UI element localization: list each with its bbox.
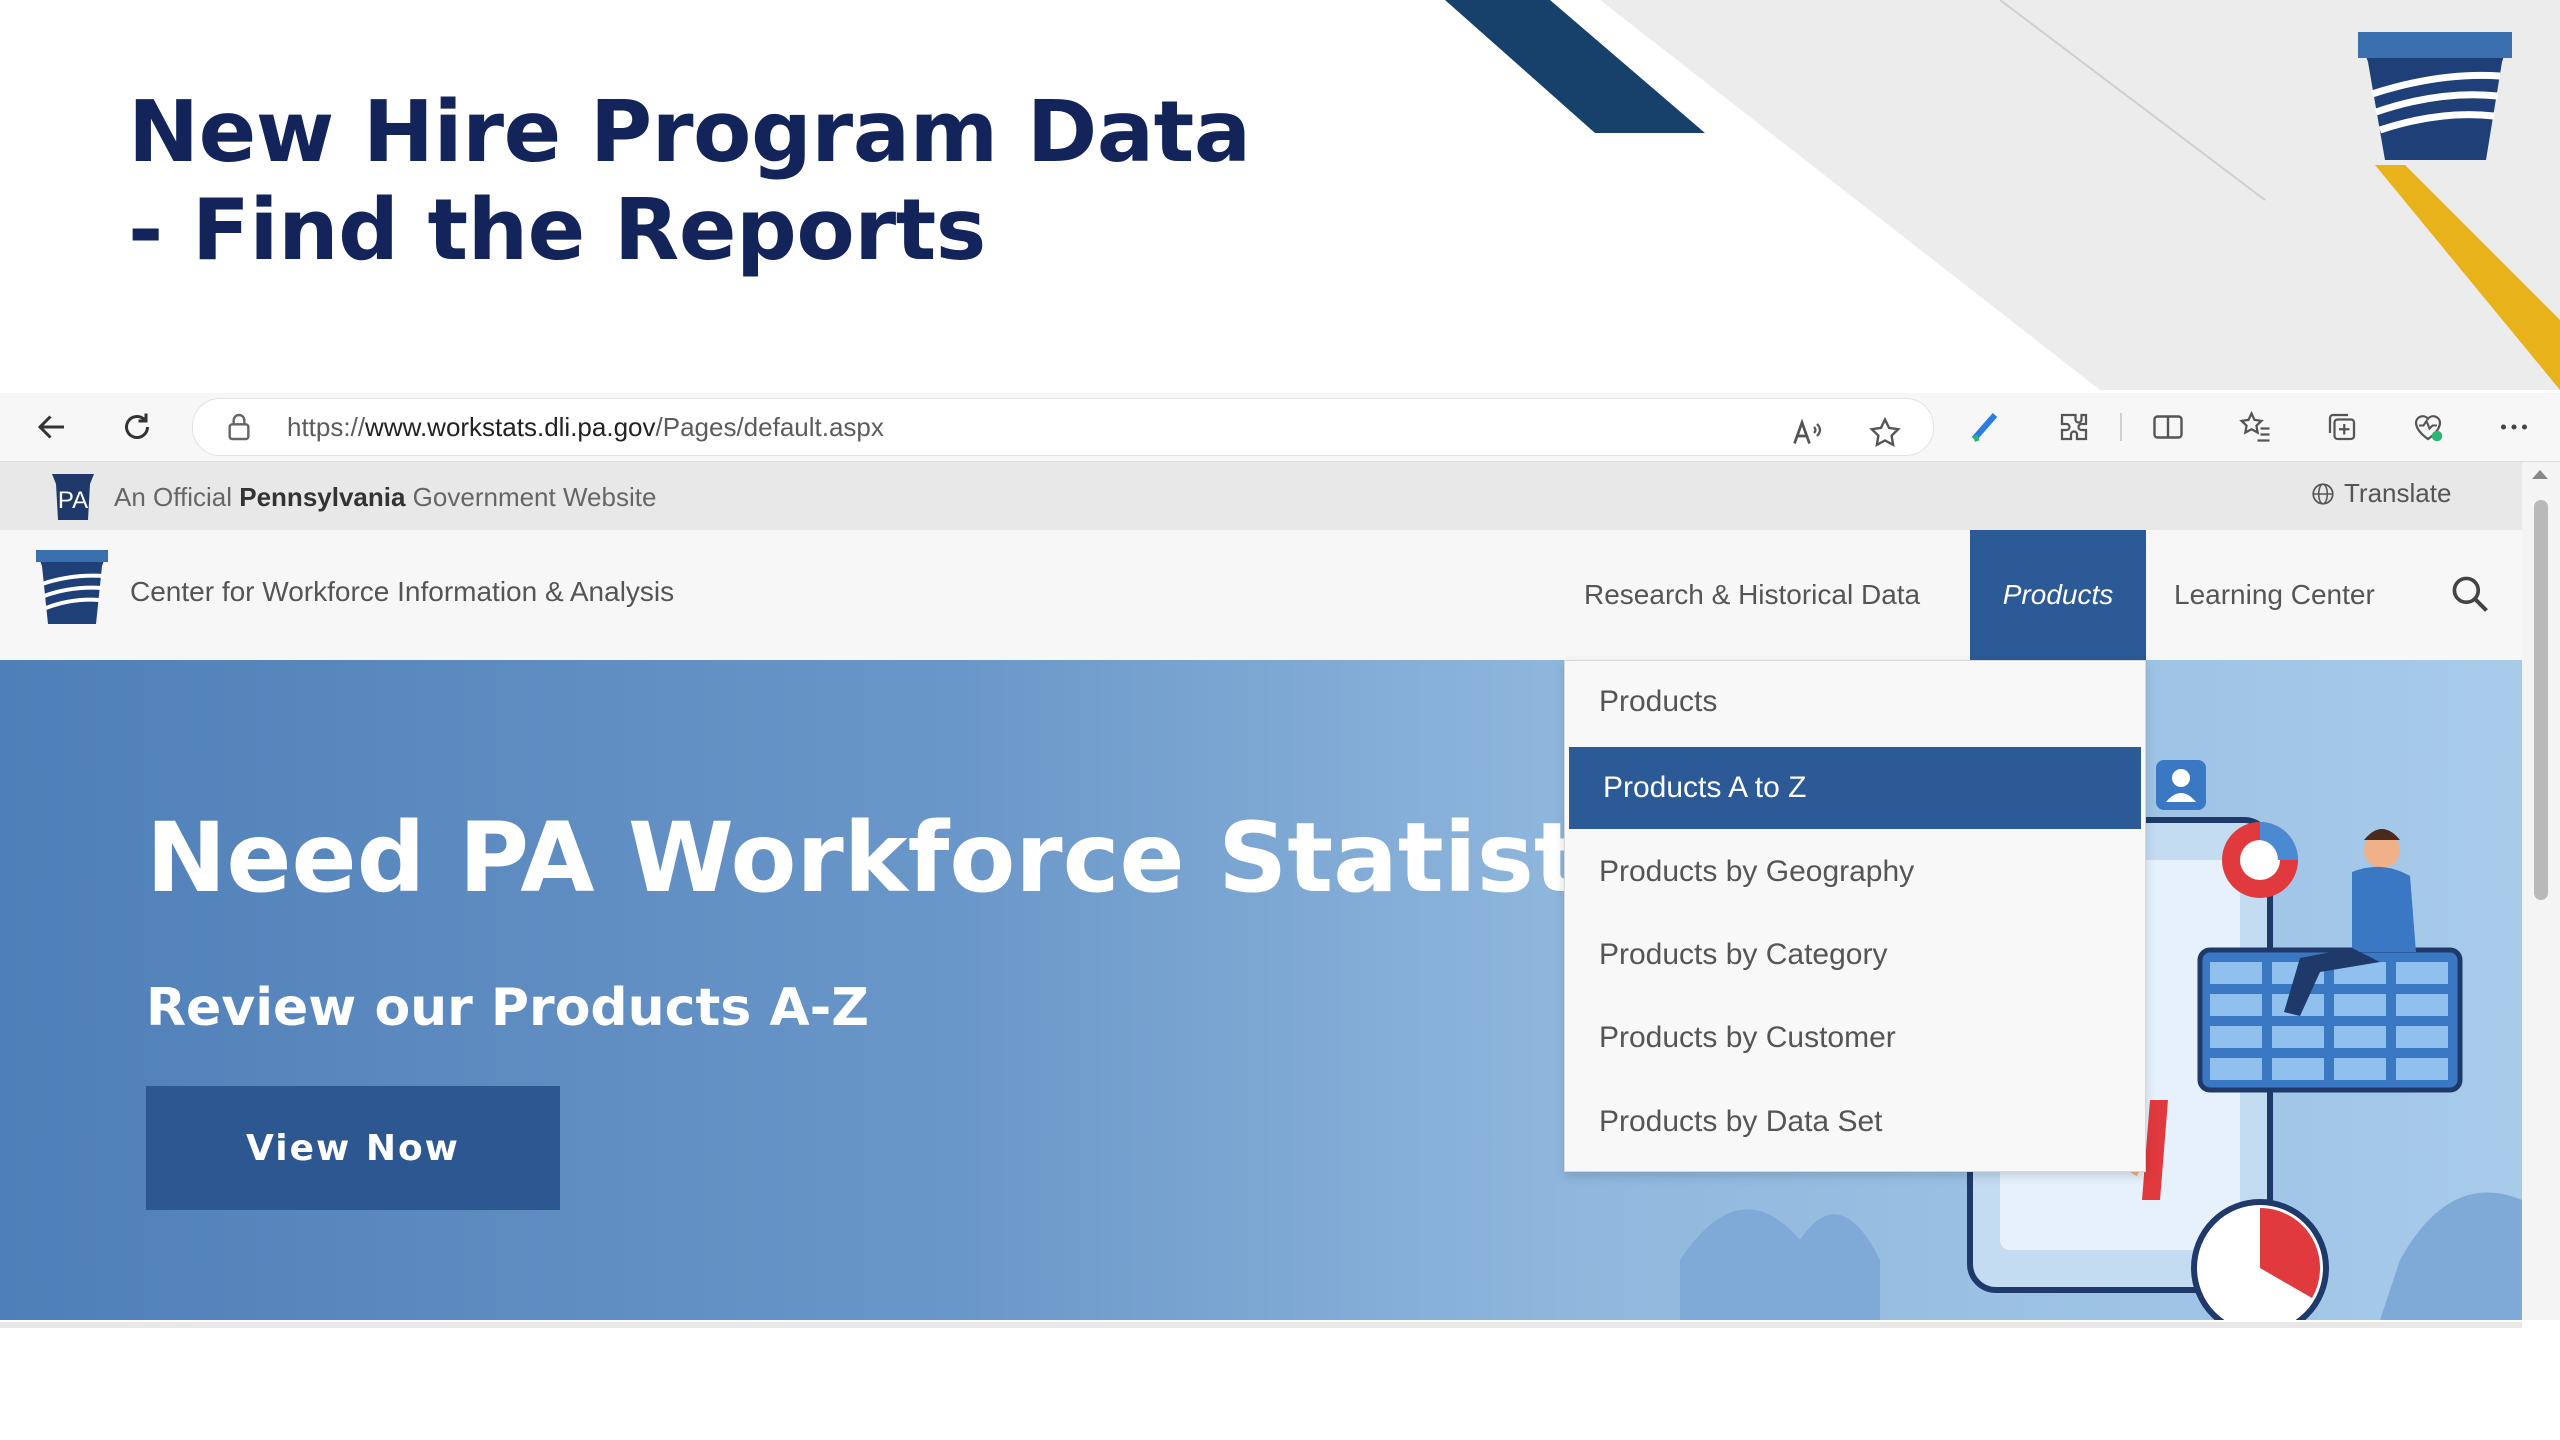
nav-research-historical-data[interactable]: Research & Historical Data xyxy=(1584,530,1920,660)
back-icon xyxy=(37,415,64,439)
collections-button[interactable] xyxy=(2322,407,2362,447)
translate-button[interactable]: Translate xyxy=(2310,478,2451,509)
keystone-site-logo[interactable] xyxy=(32,546,112,628)
scroll-up-icon[interactable] xyxy=(2532,470,2548,479)
official-website-bar: PA An Official Pennsylvania Government W… xyxy=(0,462,2522,530)
vertical-scrollbar[interactable] xyxy=(2522,462,2560,1320)
slide-title-line-1: New Hire Program Data xyxy=(128,83,1251,182)
hero-title: Need PA Workforce Statistics? xyxy=(146,802,1783,914)
favorites-button[interactable] xyxy=(2236,407,2276,447)
web-page: PA An Official Pennsylvania Government W… xyxy=(0,462,2522,1320)
read-aloud-icon xyxy=(1793,418,1822,444)
favorite-star-icon xyxy=(1869,416,1901,448)
page-bottom-divider xyxy=(0,1322,2522,1328)
slide-title: New Hire Program Data - Find the Reports xyxy=(128,84,1428,280)
official-state: Pennsylvania xyxy=(239,482,406,512)
view-now-button[interactable]: View Now xyxy=(146,1086,560,1210)
translate-label: Translate xyxy=(2344,478,2452,508)
scroll-thumb[interactable] xyxy=(2534,500,2548,900)
products-dropdown-menu: Products Products A to Z Products by Geo… xyxy=(1564,660,2146,1172)
more-icon xyxy=(2500,424,2528,430)
split-screen-button[interactable] xyxy=(2148,407,2188,447)
official-website-text: An Official Pennsylvania Government Webs… xyxy=(114,482,656,513)
browser-essentials-icon xyxy=(2414,415,2443,442)
extensions-button[interactable] xyxy=(2054,407,2094,447)
address-bar[interactable]: https://www.workstats.dli.pa.gov/Pages/d… xyxy=(192,398,1934,456)
split-screen-icon xyxy=(2153,415,2183,439)
official-suffix: Government Website xyxy=(405,482,657,512)
dropdown-item-products[interactable]: Products xyxy=(1565,661,2145,743)
dropdown-item-products-by-data-set[interactable]: Products by Data Set xyxy=(1565,1081,2145,1163)
official-prefix: An Official xyxy=(114,482,240,512)
pa-badge-text: PA xyxy=(58,487,88,514)
search-icon[interactable] xyxy=(2448,572,2492,616)
url-domain: www.workstats.dli.pa.gov xyxy=(365,412,656,442)
url-path: /Pages/default.aspx xyxy=(655,412,884,442)
browser-essentials-button[interactable] xyxy=(2408,407,2448,447)
favorites-icon xyxy=(2239,410,2270,442)
dropdown-item-products-by-category[interactable]: Products by Category xyxy=(1565,914,2145,996)
site-name[interactable]: Center for Workforce Information & Analy… xyxy=(130,576,674,608)
refresh-button[interactable] xyxy=(115,405,159,449)
pen-extension-button[interactable] xyxy=(1966,407,2006,447)
nav-products[interactable]: Products xyxy=(1970,530,2146,660)
favorite-button[interactable] xyxy=(1865,413,1905,453)
lock-icon xyxy=(228,413,250,441)
url-prefix: https:// xyxy=(287,412,366,442)
pa-badge-icon: PA xyxy=(52,474,94,520)
dropdown-item-products-by-customer[interactable]: Products by Customer xyxy=(1565,997,2145,1079)
back-button[interactable] xyxy=(30,405,74,449)
collections-icon xyxy=(2328,413,2356,441)
toolbar-divider xyxy=(2120,413,2122,441)
more-button[interactable] xyxy=(2494,407,2534,447)
browser-toolbar: https://www.workstats.dli.pa.gov/Pages/d… xyxy=(0,393,2560,462)
extensions-icon xyxy=(2060,413,2088,441)
nav-learning-center[interactable]: Learning Center xyxy=(2174,530,2375,660)
hero-subtitle: Review our Products A-Z xyxy=(146,978,869,1038)
dropdown-item-products-a-to-z[interactable]: Products A to Z xyxy=(1569,747,2141,829)
read-aloud-button[interactable] xyxy=(1788,413,1828,453)
url-text: https://www.workstats.dli.pa.gov/Pages/d… xyxy=(287,412,884,443)
pen-extension-icon xyxy=(1971,413,1998,442)
slide-title-line-2: - Find the Reports xyxy=(128,181,986,280)
dropdown-item-products-by-geography[interactable]: Products by Geography xyxy=(1565,831,2145,913)
globe-icon xyxy=(2312,482,2334,505)
site-header: Center for Workforce Information & Analy… xyxy=(0,530,2522,661)
refresh-icon xyxy=(125,413,149,439)
